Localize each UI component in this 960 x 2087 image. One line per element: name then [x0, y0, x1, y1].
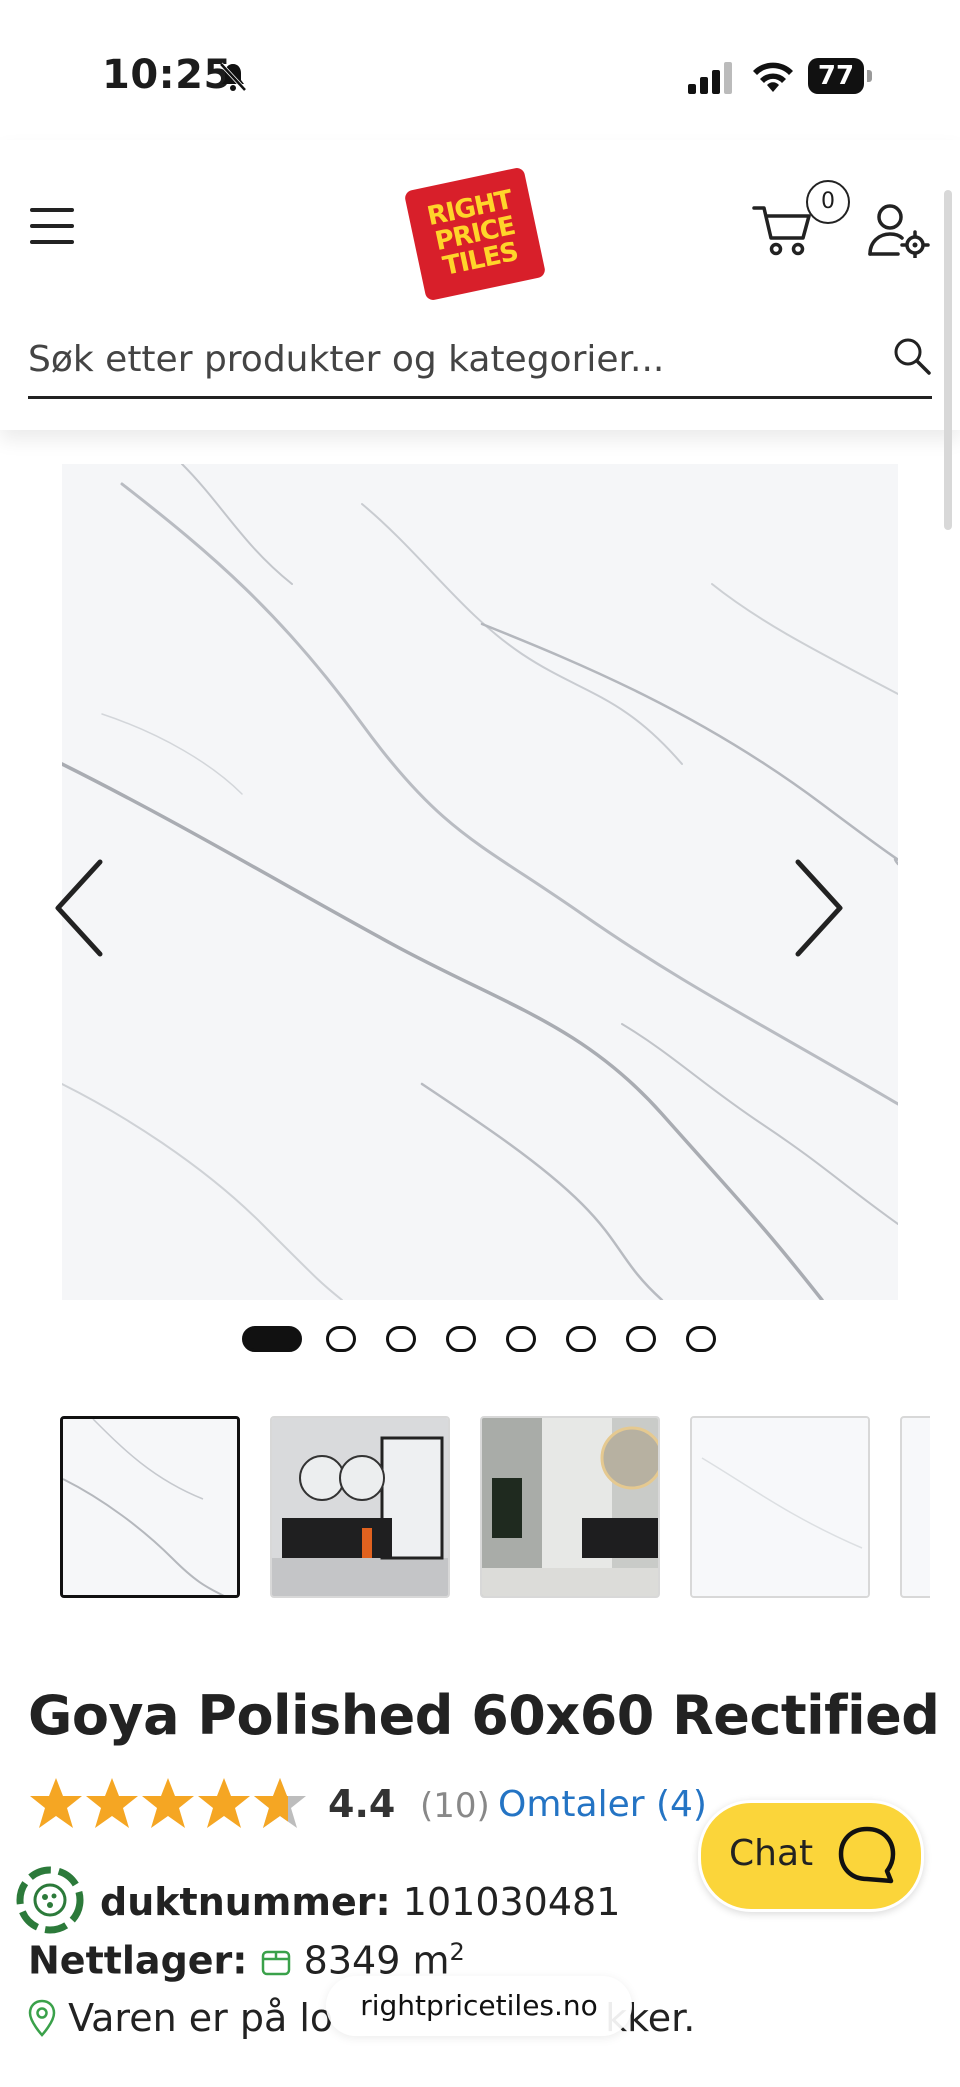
thumbnail-marble-2[interactable]: [900, 1416, 930, 1598]
star-icon: [30, 1778, 82, 1828]
carousel-dot-7[interactable]: [626, 1326, 656, 1352]
battery-level: 77: [808, 58, 864, 94]
thumbnail-strip: [60, 1416, 930, 1600]
stock-label: Nettlager:: [28, 1938, 248, 1983]
cart-count-badge[interactable]: 0: [806, 180, 850, 224]
rating-stars: [30, 1778, 306, 1828]
thumbnail-marble[interactable]: [60, 1416, 240, 1598]
location-pin-icon: [28, 1999, 56, 2037]
silent-bell-icon: [219, 62, 247, 92]
cart-icon[interactable]: [752, 202, 814, 258]
battery-nub: [867, 70, 872, 82]
wifi-icon: [753, 62, 793, 92]
carousel-dot-2[interactable]: [326, 1326, 356, 1352]
thumbnail-marble-closeup[interactable]: [690, 1416, 870, 1598]
package-icon: [261, 1950, 290, 1975]
site-header: RIGHT PRICE TILES 0: [0, 140, 960, 430]
rating-value: 4.4: [328, 1782, 396, 1826]
browser-url-bar[interactable]: rightpricetiles.no: [326, 1976, 632, 2036]
marble-texture-image: [62, 464, 898, 1300]
thumbnail-bathroom-1[interactable]: [270, 1416, 450, 1598]
carousel-dot-8[interactable]: [686, 1326, 716, 1352]
star-icon: [198, 1778, 250, 1828]
reviews-link[interactable]: Omtaler (4): [498, 1784, 707, 1825]
product-number-value: 101030481: [402, 1880, 621, 1924]
search-icon[interactable]: [892, 336, 932, 376]
product-title: Goya Polished 60x60 Rectified: [28, 1684, 940, 1747]
chat-bubble-icon: [838, 1826, 896, 1884]
previous-image-arrow-icon[interactable]: [50, 858, 110, 958]
carousel-dot-6[interactable]: [566, 1326, 596, 1352]
logo[interactable]: RIGHT PRICE TILES: [403, 166, 547, 302]
stock-unit-exponent: 2: [449, 1938, 465, 1966]
product-main-image[interactable]: [62, 464, 898, 1300]
battery-indicator: 77: [808, 58, 872, 94]
account-settings-icon[interactable]: [868, 202, 930, 258]
star-icon: [86, 1778, 138, 1828]
recycle-badge-icon[interactable]: [14, 1864, 86, 1936]
status-bar: 10:25 77: [0, 0, 960, 140]
search-bar: [28, 326, 932, 399]
carousel-dot-3[interactable]: [386, 1326, 416, 1352]
carousel-dot-1[interactable]: [242, 1326, 302, 1352]
rating-count: (10): [420, 1786, 490, 1826]
carousel-dot-5[interactable]: [506, 1326, 536, 1352]
page-scrollbar[interactable]: [944, 190, 952, 530]
carousel-indicators: [0, 1326, 960, 1356]
cellular-signal-icon: [688, 62, 732, 94]
carousel-dot-4[interactable]: [446, 1326, 476, 1352]
clock: 10:25: [102, 52, 232, 98]
search-input[interactable]: [28, 326, 868, 392]
chat-label: Chat: [729, 1833, 814, 1874]
star-icon: [142, 1778, 194, 1828]
next-image-arrow-icon[interactable]: [788, 858, 848, 958]
menu-icon[interactable]: [30, 208, 74, 244]
thumbnail-bathroom-2[interactable]: [480, 1416, 660, 1598]
store-text-start: Varen er på lo: [68, 1996, 334, 2040]
product-number-line: duktnummer: 101030481: [100, 1880, 620, 1924]
chat-button[interactable]: Chat: [698, 1800, 924, 1912]
product-number-label: duktnummer:: [100, 1880, 391, 1924]
